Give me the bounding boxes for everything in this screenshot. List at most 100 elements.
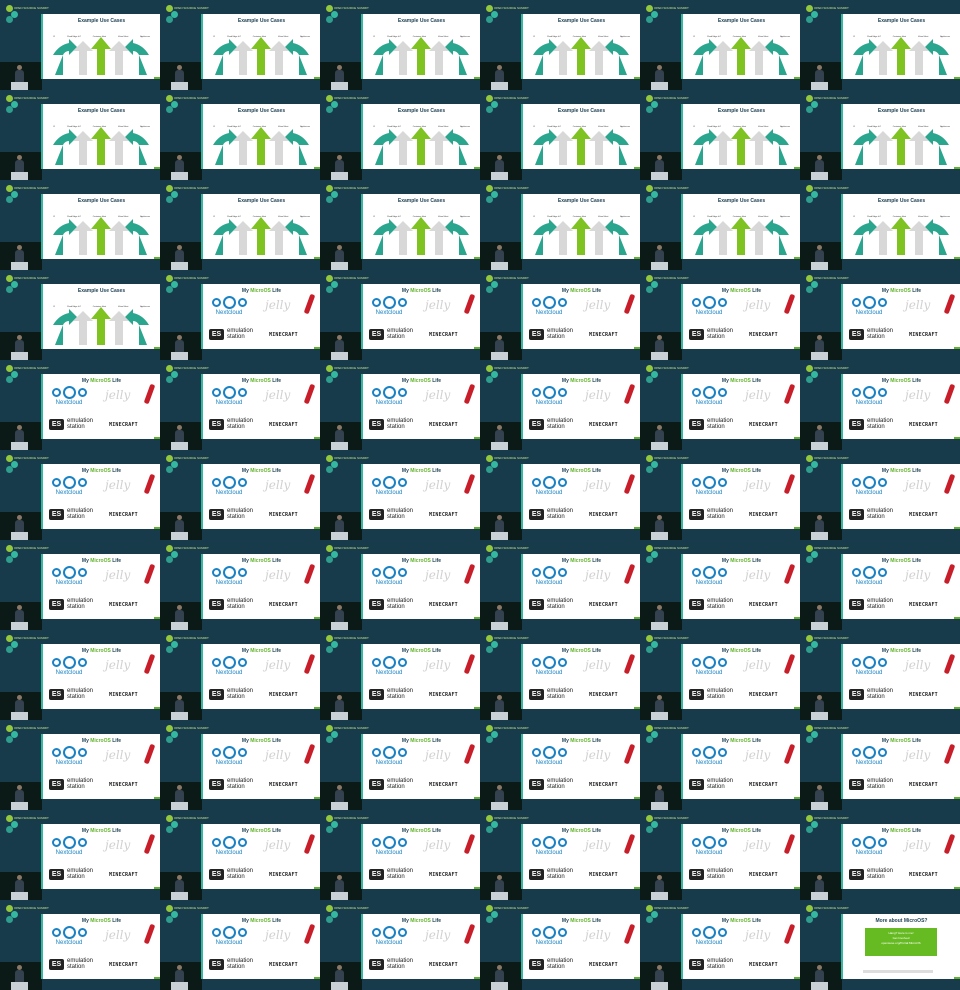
- es-line-2: station: [547, 964, 565, 970]
- es-text: emulation station: [227, 868, 253, 880]
- nextcloud-ring: [702, 296, 716, 309]
- nextcloud-ring: [531, 298, 541, 307]
- slide-title-suffix: Life: [750, 918, 762, 924]
- es-text: emulation station: [707, 958, 733, 970]
- slide-title: My MicroOS Life: [203, 468, 320, 474]
- event-logo-text: OPEN SOURCE SUMMIT: [494, 636, 529, 640]
- slide-title-suffix: Life: [430, 738, 442, 744]
- nextcloud-ring: [877, 748, 887, 757]
- event-logo-text: OPEN SOURCE SUMMIT: [814, 636, 849, 640]
- es-text: emulation station: [387, 418, 413, 430]
- speaker-camera-inset: [0, 872, 42, 900]
- nextcloud-rings: [689, 746, 729, 759]
- presentation-slide: My MicroOS Life Nextcloud jelly ES emulation…: [681, 734, 800, 799]
- slide-title: My MicroOS Life: [683, 648, 800, 654]
- minecraft-logo: MINECRAFT: [749, 962, 778, 968]
- slide-title-prefix: My: [881, 288, 891, 294]
- slide-accent-bar: [954, 437, 960, 439]
- nextcloud-ring: [371, 568, 381, 577]
- nextcloud-ring: [877, 568, 887, 577]
- slide-title-suffix: Life: [590, 648, 602, 654]
- es-badge: ES: [529, 418, 544, 430]
- nextcloud-logo: Nextcloud: [689, 296, 729, 316]
- slide-accent-bar: [954, 347, 960, 349]
- nextcloud-label: Nextcloud: [215, 850, 243, 856]
- slide-title: My MicroOS Life: [43, 738, 160, 744]
- es-line-2: station: [387, 514, 405, 520]
- presentation-slide: My MicroOS Life Nextcloud jelly ES emulation…: [41, 914, 160, 979]
- event-logo-text: OPEN SOURCE SUMMIT: [814, 276, 849, 280]
- es-text: emulation station: [547, 328, 573, 340]
- minecraft-logo: MINECRAFT: [749, 782, 778, 788]
- event-logo-text: OPEN SOURCE SUMMIT: [494, 906, 529, 910]
- video-frame: OPEN SOURCE SUMMIT My MicroOS Life Nextclo…: [800, 450, 960, 540]
- video-frame: OPEN SOURCE SUMMIT My MicroOS Life Nextclo…: [160, 540, 320, 630]
- emulationstation-logo: ES emulation station: [849, 508, 893, 520]
- speaker-camera-inset: [320, 152, 362, 180]
- podium: [811, 622, 828, 630]
- es-badge: ES: [529, 958, 544, 970]
- speaker-camera-inset: [0, 422, 42, 450]
- slide-title-suffix: Life: [270, 558, 282, 564]
- slide-title: My MicroOS Life: [683, 918, 800, 924]
- video-frame: OPEN SOURCE SUMMIT Example Use Cases CI Clo…: [0, 270, 160, 360]
- nextcloud-ring: [211, 658, 221, 667]
- slide-title: My MicroOS Life: [843, 828, 960, 834]
- presentation-slide: My MicroOS Life Nextcloud jelly ES emulation…: [361, 284, 480, 349]
- video-frame: OPEN SOURCE SUMMIT My MicroOS Life Nextclo…: [160, 720, 320, 810]
- event-logo-text: OPEN SOURCE SUMMIT: [494, 276, 529, 280]
- slide-title: My MicroOS Life: [203, 918, 320, 924]
- slide-accent-bar: [954, 77, 960, 79]
- nextcloud-ring: [542, 296, 556, 309]
- podium: [651, 892, 668, 900]
- podium: [171, 82, 188, 90]
- slide-title-highlight: MicroOS: [570, 468, 591, 474]
- slide-title-highlight: MicroOS: [730, 288, 751, 294]
- nextcloud-label: Nextcloud: [375, 850, 403, 856]
- slide-title-suffix: Life: [910, 738, 922, 744]
- slide-title-prefix: My: [241, 918, 251, 924]
- nextcloud-ring: [371, 658, 381, 667]
- nextcloud-logo: Nextcloud: [369, 296, 409, 316]
- speaker-camera-inset: [0, 62, 42, 90]
- slide-title-highlight: MicroOS: [890, 648, 911, 654]
- podium: [491, 352, 508, 360]
- nextcloud-label: Nextcloud: [375, 400, 403, 406]
- speaker-camera-inset: [800, 332, 842, 360]
- es-line-2: station: [387, 784, 405, 790]
- nextcloud-ring: [717, 298, 727, 307]
- slide-title-prefix: My: [401, 378, 411, 384]
- emulationstation-logo: ES emulation station: [689, 688, 733, 700]
- es-line-2: station: [227, 334, 245, 340]
- nextcloud-ring: [62, 836, 76, 849]
- use-case-arrows-graphic: [373, 127, 469, 165]
- presentation-slide: Example Use Cases CI Cloud Edge IoT Contain…: [681, 194, 800, 259]
- nextcloud-logo: Nextcloud: [209, 476, 249, 496]
- nextcloud-logo: Nextcloud: [529, 296, 569, 316]
- es-badge: ES: [529, 868, 544, 880]
- nextcloud-ring: [877, 298, 887, 307]
- nextcloud-ring: [702, 566, 716, 579]
- nextcloud-rings: [369, 926, 409, 939]
- es-badge: ES: [209, 958, 224, 970]
- nextcloud-label: Nextcloud: [855, 670, 883, 676]
- use-case-arrows-graphic: [53, 37, 149, 75]
- video-frame: OPEN SOURCE SUMMIT My MicroOS Life Nextclo…: [320, 540, 480, 630]
- podium: [491, 532, 508, 540]
- event-logo-text: OPEN SOURCE SUMMIT: [14, 726, 49, 730]
- event-logo-text: OPEN SOURCE SUMMIT: [174, 96, 209, 100]
- podium: [491, 622, 508, 630]
- slide-title: My MicroOS Life: [843, 558, 960, 564]
- speaker-camera-inset: [320, 422, 362, 450]
- slide-title: My MicroOS Life: [363, 828, 480, 834]
- nextcloud-ring: [62, 386, 76, 399]
- nextcloud-rings: [689, 926, 729, 939]
- minecraft-logo: MINECRAFT: [429, 512, 458, 518]
- podium: [651, 532, 668, 540]
- speaker-camera-inset: [640, 962, 682, 990]
- nextcloud-ring: [851, 388, 861, 397]
- nextcloud-label: Nextcloud: [215, 310, 243, 316]
- podium: [651, 262, 668, 270]
- nextcloud-ring: [237, 748, 247, 757]
- nextcloud-ring: [382, 656, 396, 669]
